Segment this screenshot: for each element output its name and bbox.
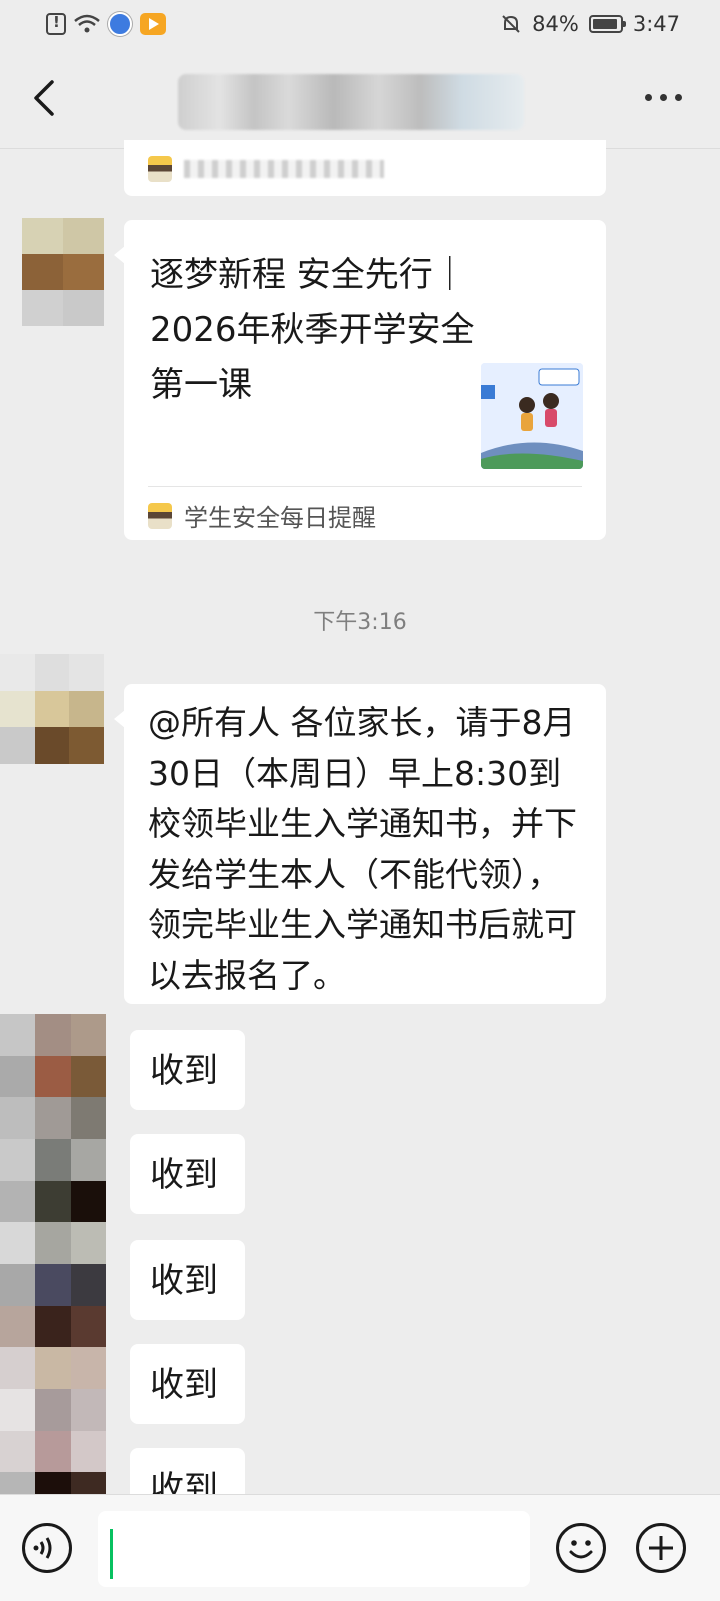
status-bar: 84% 3:47: [0, 0, 720, 52]
emoji-icon: [569, 1540, 593, 1559]
alert-icon: [46, 13, 66, 35]
plus-button[interactable]: [636, 1523, 686, 1573]
back-button[interactable]: [26, 76, 66, 120]
more-dots-icon: [645, 94, 652, 101]
article-source-name: 学生安全每日提醒: [184, 504, 376, 532]
wifi-icon: [74, 14, 100, 34]
chevron-left-icon: [34, 80, 54, 116]
article-source: 学生安全每日提醒: [148, 498, 376, 533]
blurred-source-name: [184, 160, 384, 178]
reply-text: 收到: [150, 1051, 218, 1091]
article-title: 逐梦新程 安全先行｜2026年秋季开学安全第一课: [150, 255, 475, 405]
globe-app-icon: [108, 12, 132, 36]
battery-percent: 84%: [532, 12, 579, 36]
avatar[interactable]: [0, 654, 104, 764]
notice-text: @所有人 各位家长，请于8月30日（本周日）早上8:30到校领毕业生入学通知书，…: [148, 703, 577, 995]
reply-message[interactable]: 收到: [130, 1030, 245, 1110]
plus-icon: [649, 1536, 673, 1560]
article-card[interactable]: 逐梦新程 安全先行｜2026年秋季开学安全第一课 学生安全每日提醒: [114, 220, 606, 540]
message-input[interactable]: [98, 1511, 530, 1587]
source-icon: [148, 156, 172, 182]
chat-title-blurred: [178, 74, 524, 130]
battery-icon: [588, 15, 626, 33]
reply-text: 收到: [150, 1155, 218, 1195]
voice-icon: [33, 1537, 52, 1559]
video-app-icon: [140, 13, 166, 35]
article-thumbnail: [481, 363, 583, 469]
previous-card-footer[interactable]: [124, 140, 606, 196]
mute-bell-icon: [502, 15, 520, 33]
message-timestamp: 下午3:16: [313, 610, 407, 635]
notice-message[interactable]: @所有人 各位家长，请于8月30日（本周日）早上8:30到校领毕业生入学通知书，…: [114, 684, 606, 1004]
clock: 3:47: [632, 12, 680, 36]
voice-button[interactable]: [22, 1523, 72, 1573]
more-button[interactable]: [645, 94, 682, 101]
reply-message[interactable]: 收到: [130, 1344, 245, 1424]
chat-input-bar: [0, 1494, 720, 1601]
avatar[interactable]: [22, 218, 104, 326]
emoji-button[interactable]: [556, 1523, 606, 1573]
chat-header: [0, 52, 720, 149]
reply-message[interactable]: 收到: [130, 1240, 245, 1320]
text-caret: [110, 1529, 113, 1579]
reply-message[interactable]: 收到: [130, 1134, 245, 1214]
reply-text: 收到: [150, 1365, 218, 1405]
reply-text: 收到: [150, 1261, 218, 1301]
avatar-column: [0, 1014, 106, 1514]
source-icon: [148, 502, 172, 529]
